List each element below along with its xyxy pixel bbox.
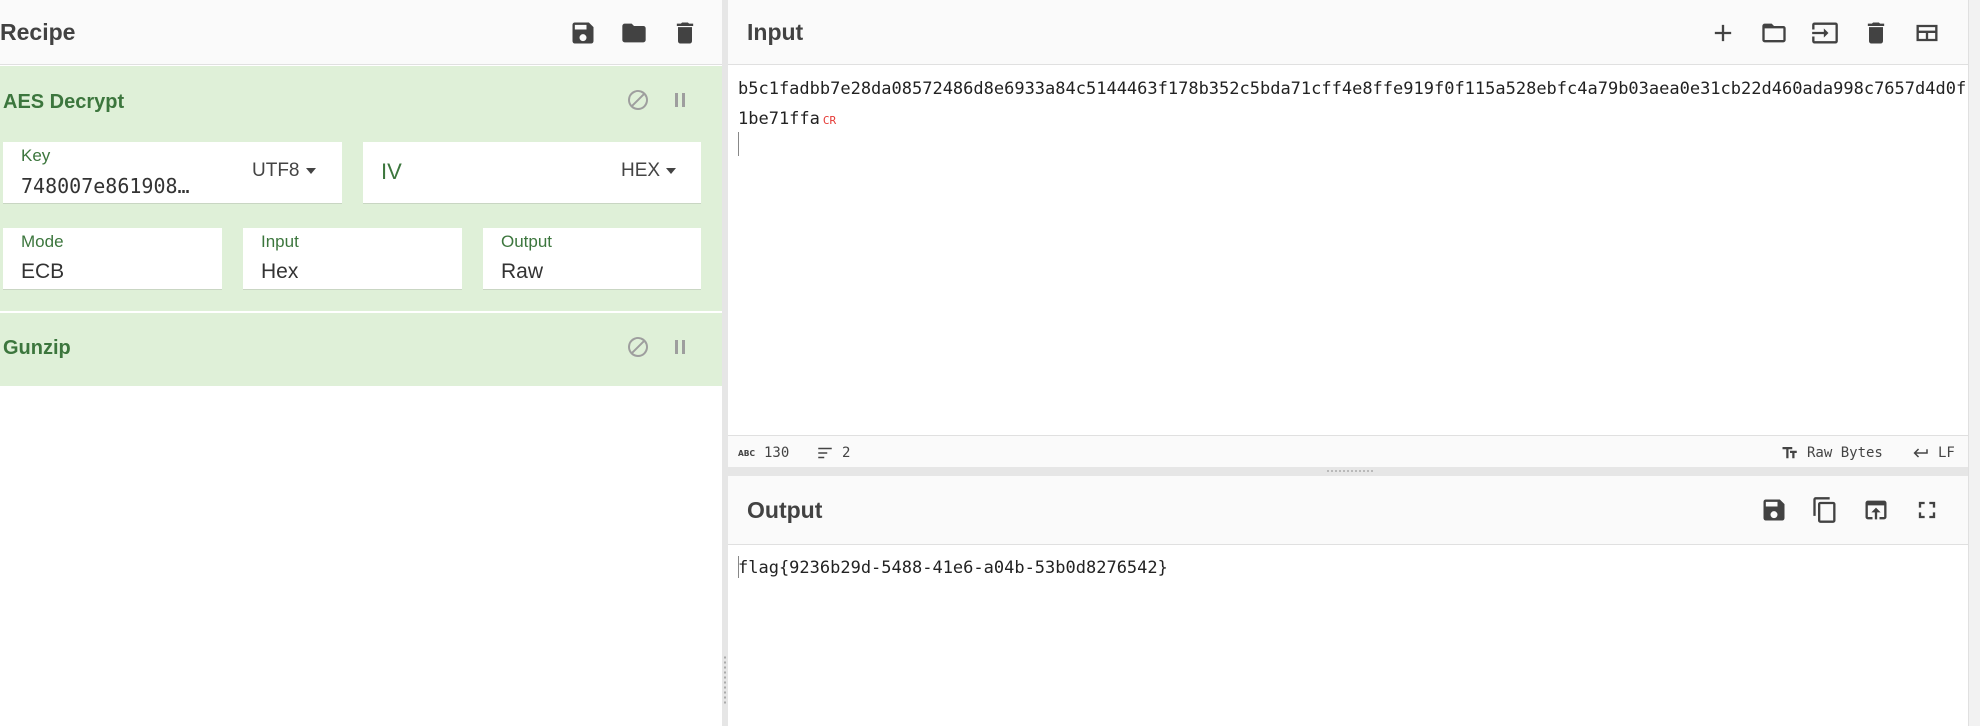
replace-input-with-output-button[interactable] xyxy=(1855,489,1897,531)
maximise-output-button[interactable] xyxy=(1906,489,1948,531)
fullscreen-icon xyxy=(1918,501,1936,519)
output-format-label: Output xyxy=(501,232,553,251)
operation-aes-decrypt[interactable]: AES Decrypt Key 748007e861908… UTF8 IV H… xyxy=(0,66,722,311)
return-icon xyxy=(1913,448,1928,458)
char-count: ABC 130 xyxy=(738,444,789,462)
output-header: Output xyxy=(728,476,1980,545)
lines-icon xyxy=(818,447,832,459)
clear-input-button[interactable] xyxy=(1855,12,1897,54)
pause-operation-button[interactable] xyxy=(668,88,692,112)
abc-icon: ABC xyxy=(738,449,756,458)
mode-label: Mode xyxy=(21,232,64,251)
load-recipe-button[interactable] xyxy=(613,12,655,54)
copy-icon xyxy=(1813,497,1836,523)
reset-layout-button[interactable] xyxy=(1906,12,1948,54)
output-panel: Output flag{9236b29d-5488-41e6-a04b-53b0… xyxy=(728,476,1980,726)
input-status-bar: ABC 130 2 Raw Bytes LF xyxy=(728,435,1980,469)
carriage-return-marker: CR xyxy=(822,114,837,127)
key-field[interactable]: Key 748007e861908… UTF8 xyxy=(3,142,342,204)
open-folder-input-button[interactable] xyxy=(1804,12,1846,54)
input-arrow-icon xyxy=(1812,22,1838,44)
input-title: Input xyxy=(747,19,804,45)
key-value[interactable]: 748007e861908… xyxy=(21,174,241,198)
text-format-icon xyxy=(1782,447,1797,459)
input-textarea[interactable]: b5c1fadbb7e28da08572486d8e6933a84c514446… xyxy=(738,74,1970,136)
eol-value: LF xyxy=(1938,445,1955,461)
layout-icon xyxy=(1916,24,1938,42)
text-cursor xyxy=(738,132,739,156)
input-format-label: Input xyxy=(261,232,299,251)
key-encoding-dropdown[interactable]: UTF8 xyxy=(252,160,316,182)
pause-operation-button[interactable] xyxy=(668,335,692,359)
encoding-selector[interactable]: Raw Bytes xyxy=(1781,444,1883,462)
pause-icon xyxy=(675,340,685,354)
mode-value[interactable]: ECB xyxy=(21,260,64,284)
output-format-value[interactable]: Raw xyxy=(501,260,543,284)
disable-icon xyxy=(628,337,648,357)
disable-operation-button[interactable] xyxy=(626,335,650,359)
text-cursor xyxy=(738,556,739,578)
encoding-value: Raw Bytes xyxy=(1807,445,1883,461)
line-count-value: 2 xyxy=(842,445,851,461)
iv-encoding-dropdown[interactable]: HEX xyxy=(621,160,676,182)
eol-selector[interactable]: LF xyxy=(1912,444,1955,462)
input-header: Input xyxy=(728,0,1980,65)
disable-operation-button[interactable] xyxy=(626,88,650,112)
output-format-field[interactable]: Output Raw xyxy=(483,228,701,290)
mode-field[interactable]: Mode ECB xyxy=(3,228,222,290)
operation-gunzip[interactable]: Gunzip xyxy=(0,313,722,386)
horizontal-resize-handle[interactable] xyxy=(728,467,1968,476)
trash-icon xyxy=(676,22,694,44)
save-icon xyxy=(1763,499,1785,521)
iv-label: IV xyxy=(381,159,402,184)
scrollbar-track[interactable] xyxy=(1968,0,1980,726)
save-recipe-button[interactable] xyxy=(562,12,604,54)
folder-icon xyxy=(622,23,646,43)
trash-icon xyxy=(1867,22,1885,44)
plus-icon xyxy=(1714,24,1732,42)
copy-output-button[interactable] xyxy=(1804,489,1846,531)
char-count-value: 130 xyxy=(764,445,790,461)
svg-text:ABC: ABC xyxy=(738,449,756,458)
recipe-panel: Recipe AES Decrypt Key 748007e861908… UT… xyxy=(0,0,722,726)
save-icon xyxy=(572,22,594,44)
add-input-tab-button[interactable] xyxy=(1702,12,1744,54)
clear-recipe-button[interactable] xyxy=(664,12,706,54)
iv-field[interactable]: IV HEX xyxy=(363,142,701,204)
operation-title: Gunzip xyxy=(3,337,71,359)
output-title: Output xyxy=(747,497,823,523)
pause-icon xyxy=(675,93,685,107)
folder-outline-icon xyxy=(1762,23,1786,43)
output-textarea[interactable]: flag{9236b29d-5488-41e6-a04b-53b0d827654… xyxy=(738,553,1168,583)
open-in-icon xyxy=(1865,500,1887,520)
line-count: 2 xyxy=(816,444,850,462)
operation-title: AES Decrypt xyxy=(3,91,125,113)
recipe-title: Recipe xyxy=(0,19,76,45)
open-file-button[interactable] xyxy=(1753,12,1795,54)
save-output-button[interactable] xyxy=(1753,489,1795,531)
recipe-header: Recipe xyxy=(0,0,722,65)
key-label: Key xyxy=(21,146,51,165)
input-panel: Input b5c1fadbb7e28da08572486d8e6933a84c… xyxy=(728,0,1980,470)
input-format-value[interactable]: Hex xyxy=(261,260,298,284)
disable-icon xyxy=(628,90,648,110)
input-text-value: b5c1fadbb7e28da08572486d8e6933a84c514446… xyxy=(738,79,1967,129)
input-format-field[interactable]: Input Hex xyxy=(243,228,462,290)
